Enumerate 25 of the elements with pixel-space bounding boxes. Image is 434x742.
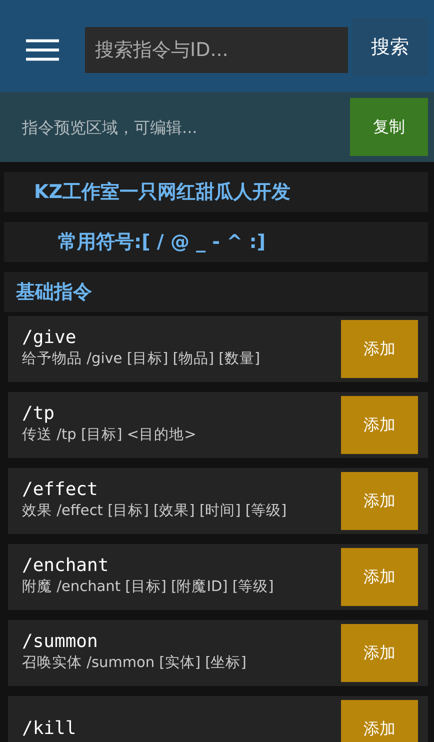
command-name: /summon — [22, 631, 99, 653]
add-button[interactable]: 添加 — [341, 320, 418, 378]
add-button[interactable]: 添加 — [341, 396, 418, 454]
section-title: 基础指令 — [16, 280, 92, 305]
search-field[interactable]: 搜索指令与ID... — [84, 27, 348, 73]
add-button[interactable]: 添加 — [341, 624, 418, 682]
search-button[interactable]: 搜索 — [352, 18, 428, 76]
copy-button[interactable]: 复制 — [350, 98, 428, 156]
command-description: 传送 /tp [目标] <目的地> — [22, 426, 196, 445]
command-name: /enchant — [22, 555, 110, 577]
command-name: /tp — [22, 403, 56, 425]
command-preview-field[interactable]: 指令预览区域，可编辑... — [0, 92, 350, 162]
add-button[interactable]: 添加 — [341, 548, 418, 606]
command-name: /give — [22, 327, 78, 349]
menu-icon[interactable] — [26, 39, 59, 61]
command-description: 给予物品 /give [目标] [物品] [数量] — [22, 350, 260, 369]
command-description: 附魔 /enchant [目标] [附魔ID] [等级] — [22, 578, 274, 597]
command-description: 效果 /effect [目标] [效果] [时间] [等级] — [22, 502, 287, 521]
notice-text: 常用符号:[ / @ _ - ^ :] — [58, 230, 266, 255]
command-description: 召唤实体 /summon [实体] [坐标] — [22, 654, 246, 673]
add-button[interactable]: 添加 — [341, 472, 418, 530]
add-button[interactable]: 添加 — [341, 700, 418, 742]
notice-text: KZ工作室一只网红甜瓜人开发 — [34, 180, 290, 205]
command-name: /kill — [22, 718, 76, 740]
command-name: /effect — [22, 479, 99, 501]
